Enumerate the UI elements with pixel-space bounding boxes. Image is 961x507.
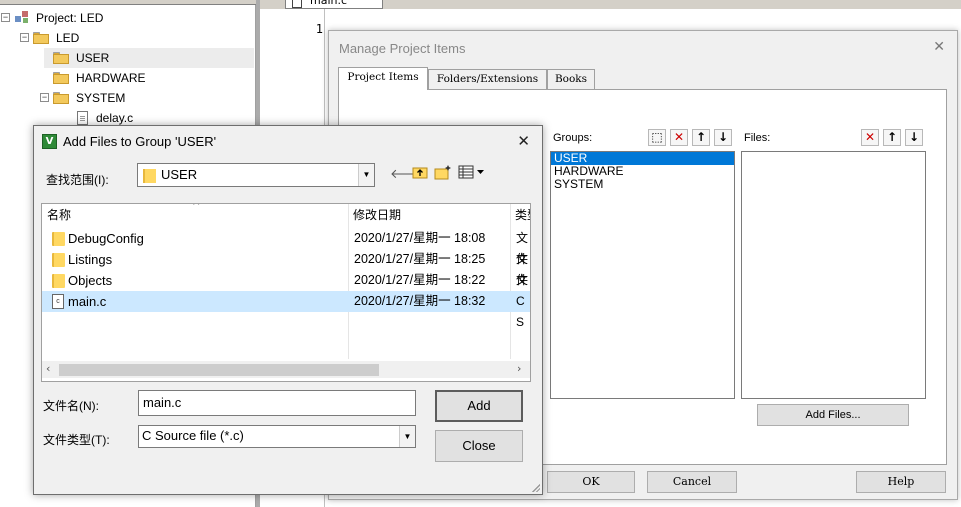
chevron-down-icon[interactable]: ▼ — [399, 426, 415, 447]
file-icon — [292, 0, 302, 8]
view-menu-icon[interactable] — [458, 164, 486, 184]
scroll-left-icon[interactable]: ‹ — [46, 362, 50, 375]
c-file-icon: c — [52, 294, 64, 309]
project-root-label: Project: LED — [36, 11, 104, 25]
close-button[interactable]: Close — [435, 430, 523, 462]
file-date: 2020/1/27/星期一 18:25 — [354, 252, 486, 266]
horizontal-scrollbar[interactable]: ‹ › — [42, 361, 530, 378]
editor-tab-label: main.c — [310, 0, 348, 7]
files-listbox[interactable] — [741, 151, 926, 399]
group-list-item[interactable]: SYSTEM — [551, 178, 734, 191]
file-list-view[interactable]: 名称 ^ 修改日期 类型 DebugConfig 2020/1/27/星期一 1… — [41, 203, 531, 382]
group-label: SYSTEM — [76, 91, 126, 105]
collapse-icon[interactable]: − — [1, 13, 10, 22]
file-date: 2020/1/27/星期一 18:32 — [354, 294, 486, 308]
target-label: LED — [56, 31, 80, 45]
filename-input[interactable]: main.c — [138, 390, 416, 416]
folder-icon — [52, 252, 65, 267]
look-in-combobox[interactable]: USER ▼ — [137, 163, 375, 187]
tree-group-system[interactable]: − SYSTEM — [0, 88, 256, 108]
files-label: Files: — [744, 132, 771, 144]
filetype-combobox[interactable]: C Source file (*.c) ▼ — [138, 425, 416, 448]
file-row[interactable]: DebugConfig 2020/1/27/星期一 18:08 文件 — [42, 228, 530, 266]
tree-group-hardware[interactable]: HARDWARE — [44, 68, 254, 88]
filetype-label: 文件类型(T): — [43, 433, 110, 447]
move-up-icon[interactable]: ↑ — [883, 129, 901, 146]
folder-icon — [143, 168, 156, 183]
file-name: Listings — [68, 252, 113, 267]
tree-target-led[interactable]: − LED — [0, 28, 256, 48]
file-name: DebugConfig — [68, 231, 144, 246]
ok-button[interactable]: OK — [547, 471, 635, 493]
groups-label: Groups: — [553, 132, 593, 144]
tree-group-user[interactable]: USER — [44, 48, 254, 68]
tree-project-root[interactable]: − Project: LED — [0, 8, 256, 28]
resize-grip-icon[interactable] — [530, 482, 540, 492]
line-number: 1 — [315, 22, 323, 36]
file-type: C S — [516, 294, 525, 329]
filename-label: 文件名(N): — [43, 399, 99, 413]
uvision-app-icon: V — [42, 134, 57, 149]
filetype-value: C Source file (*.c) — [142, 428, 244, 443]
target-folder-icon — [33, 32, 49, 44]
scroll-right-icon[interactable]: › — [517, 362, 521, 375]
collapse-icon[interactable]: − — [40, 93, 49, 102]
tab-books[interactable]: Books — [547, 69, 595, 90]
cancel-button[interactable]: Cancel — [647, 471, 737, 493]
folder-icon — [53, 52, 69, 64]
help-button[interactable]: Help — [856, 471, 946, 493]
close-icon[interactable]: ✕ — [933, 39, 945, 55]
group-label: USER — [76, 51, 110, 65]
move-up-icon[interactable]: ↑ — [692, 129, 710, 146]
dialog-title: Add Files to Group 'USER' — [63, 134, 217, 149]
close-icon[interactable]: ✕ — [517, 132, 530, 150]
column-header-modified[interactable]: 修改日期 — [348, 204, 510, 226]
folder-icon — [52, 273, 65, 288]
add-files-button[interactable]: Add Files... — [757, 404, 909, 426]
chevron-down-icon[interactable]: ▼ — [358, 164, 374, 186]
folder-icon — [53, 92, 69, 104]
file-date: 2020/1/27/星期一 18:08 — [354, 231, 486, 245]
file-name: main.c — [68, 294, 107, 309]
delete-icon[interactable]: ✕ — [861, 129, 879, 146]
file-row-selected[interactable]: c main.c 2020/1/27/星期一 18:32 C S — [42, 291, 530, 329]
editor-tabbar: main.c — [260, 0, 961, 9]
delete-icon[interactable]: ✕ — [670, 129, 688, 146]
file-row[interactable]: Listings 2020/1/27/星期一 18:25 文件 — [42, 249, 530, 287]
folder-icon — [53, 72, 69, 84]
look-in-value: USER — [161, 167, 198, 182]
add-files-dialog: V Add Files to Group 'USER' ✕ 查找范围(I): U… — [33, 125, 543, 495]
folder-icon — [52, 231, 65, 246]
project-panel-header — [0, 0, 256, 5]
uvision-window: − Project: LED − LED USER HARDWARE − SYS… — [0, 0, 961, 507]
look-in-label: 查找范围(I): — [46, 173, 109, 187]
up-folder-icon[interactable] — [412, 164, 428, 184]
file-row[interactable]: Objects 2020/1/27/星期一 18:22 文件 — [42, 270, 530, 308]
collapse-icon[interactable]: − — [20, 33, 29, 42]
sort-ascending-icon: ^ — [192, 203, 201, 212]
move-down-icon[interactable]: ↓ — [905, 129, 923, 146]
group-label: HARDWARE — [76, 71, 146, 85]
dialog-title: Manage Project Items — [339, 41, 466, 56]
file-date: 2020/1/27/星期一 18:22 — [354, 273, 486, 287]
tab-folders-extensions[interactable]: Folders/Extensions — [428, 69, 547, 90]
column-header-type[interactable]: 类型 — [510, 204, 530, 226]
project-icon — [15, 11, 28, 23]
tab-project-items[interactable]: Project Items — [338, 67, 428, 90]
editor-tab-main[interactable]: main.c — [285, 0, 383, 9]
scrollbar-thumb[interactable] — [59, 364, 379, 376]
file-name: Objects — [68, 273, 113, 288]
groups-listbox[interactable]: USER HARDWARE SYSTEM — [550, 151, 735, 399]
move-down-icon[interactable]: ↓ — [714, 129, 732, 146]
new-group-icon[interactable]: ⬚ — [648, 129, 666, 146]
new-folder-icon[interactable] — [434, 164, 452, 184]
c-file-icon — [77, 111, 88, 125]
add-button[interactable]: Add — [435, 390, 523, 422]
